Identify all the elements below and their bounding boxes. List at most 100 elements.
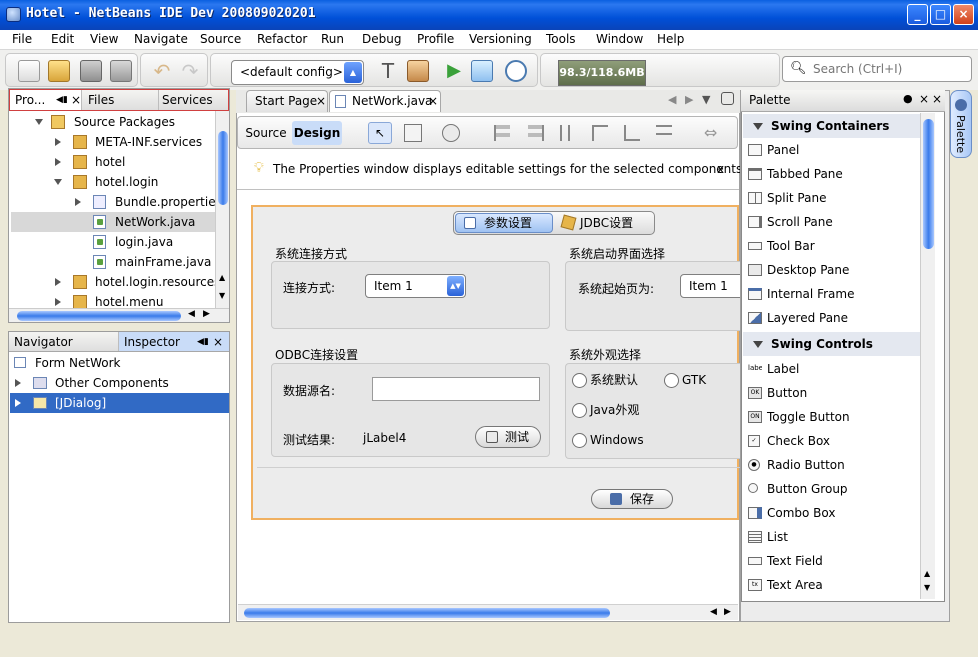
tab-services[interactable]: Services [157,90,229,110]
datasource-input[interactable] [372,377,540,401]
selection-mode-icon[interactable]: ↖ [368,122,392,144]
tab-scroll-left-icon[interactable]: ◀ [668,93,676,106]
tab-jdbc-settings[interactable]: JDBC设置 [556,213,652,233]
menu-help[interactable]: Help [657,32,684,46]
scrollbar-thumb[interactable] [17,311,181,321]
tab-scroll-right-icon[interactable]: ▶ [685,93,693,106]
scroll-down-icon[interactable]: ▼ [219,291,225,300]
palette-item-panel[interactable]: Panel [745,138,921,162]
projects-horizontal-scrollbar[interactable]: ◀ ▶ [9,308,229,322]
palette-item-list[interactable]: List [745,525,921,549]
scrollbar-thumb[interactable] [244,608,610,618]
palette-section-swing-containers[interactable]: Swing Containers [743,114,921,138]
tree-item-network-java[interactable]: NetWork.java [11,212,217,232]
expand-icon[interactable] [55,298,61,306]
info-close-button[interactable]: x [717,162,724,176]
tree-item-hotel-login-resources[interactable]: hotel.login.resources [49,272,220,292]
open-project-icon[interactable] [80,60,102,82]
menu-refactor[interactable]: Refactor [257,32,307,46]
radio-gtk[interactable]: GTK [664,372,706,388]
config-combo[interactable]: <default config> ▲ [231,60,364,85]
preview-design-icon[interactable] [442,124,460,142]
tab-close-icon[interactable]: × [316,91,326,112]
palette-item-button-group[interactable]: Button Group [745,477,921,501]
scroll-up-icon[interactable]: ▲ [219,273,225,282]
debug-icon[interactable] [471,60,493,82]
palette-item-button[interactable]: OK Button [745,381,921,405]
expand-icon[interactable] [55,158,61,166]
tab-list-icon[interactable]: ▼ [702,93,710,106]
tree-item-source-packages[interactable]: Source Packages [29,112,219,132]
scrollbar-thumb[interactable] [218,131,228,205]
new-file-icon[interactable] [18,60,40,82]
tab-network-java[interactable]: NetWork.java × [329,90,441,112]
tree-item-jdialog[interactable]: [JDialog] [10,393,229,413]
menu-source[interactable]: Source [200,32,241,46]
palette-item-tool-bar[interactable]: Tool Bar [745,234,921,258]
palette-item-label[interactable]: label Label [745,357,921,381]
tab-close-icon[interactable]: × [428,91,438,112]
build-hammer-icon[interactable]: T [377,60,399,82]
tree-item-hotel-menu[interactable]: hotel.menu [49,292,217,308]
config-dropdown-icon[interactable]: ▲ [344,62,362,83]
palette-item-text-field[interactable]: Text Field [745,549,921,573]
scroll-down-icon[interactable]: ▼ [924,583,930,592]
palette-more-icon[interactable]: × [932,92,942,106]
scroll-right-icon[interactable]: ▶ [724,607,731,617]
menu-file[interactable]: File [12,32,32,46]
scroll-left-icon[interactable]: ◀ [188,309,195,319]
menu-edit[interactable]: Edit [51,32,74,46]
palette-item-toggle-button[interactable]: ON Toggle Button [745,405,921,429]
expand-icon[interactable] [55,278,61,286]
tree-item-login-java[interactable]: login.java [93,232,213,252]
undo-icon[interactable]: ↶ [151,60,173,82]
align-top-icon[interactable] [592,125,608,141]
tab-minimize-icon[interactable]: ◀▮ [197,332,209,352]
palette-item-layered-pane[interactable]: Layered Pane [745,306,921,330]
palette-pin-icon[interactable]: ● [903,92,913,105]
menu-view[interactable]: View [90,32,118,46]
menu-profile[interactable]: Profile [417,32,454,46]
tab-close-icon[interactable]: × [213,332,223,352]
expand-icon[interactable] [15,379,21,387]
quick-search[interactable]: 🔍︎ [782,56,972,82]
tab-close-icon[interactable]: × [71,90,81,110]
radio-windows[interactable]: Windows [572,432,644,448]
tree-item-hotel-login[interactable]: hotel.login [49,172,229,192]
tree-item-mainframe-java[interactable]: mainFrame.java [93,252,217,272]
redo-icon[interactable]: ↷ [179,60,201,82]
scroll-right-icon[interactable]: ▶ [203,309,210,319]
palette-item-split-pane[interactable]: Split Pane [745,186,921,210]
save-all-icon[interactable] [110,60,132,82]
menu-run[interactable]: Run [321,32,344,46]
palette-item-check-box[interactable]: ✓ Check Box [745,429,921,453]
menu-debug[interactable]: Debug [362,32,401,46]
center-vertically-icon[interactable] [656,125,672,141]
align-left-icon[interactable] [494,125,510,141]
change-resizability-icon[interactable]: ⇔ [704,123,717,142]
expand-icon[interactable] [75,198,81,206]
tab-files[interactable]: Files [83,90,159,110]
palette-section-swing-controls[interactable]: Swing Controls [743,332,921,356]
dropdown-icon[interactable]: ▲▼ [447,276,464,296]
projects-vertical-scrollbar[interactable]: ▲ ▼ [215,111,229,308]
tree-item-meta-inf[interactable]: META-INF.services [49,132,229,152]
search-input[interactable] [813,60,963,78]
radio-system-default[interactable]: 系统默认 [572,372,638,388]
palette-item-radio-button[interactable]: ● Radio Button [745,453,921,477]
palette-item-scroll-pane[interactable]: Scroll Pane [745,210,921,234]
tree-item-hotel[interactable]: hotel [49,152,229,172]
tab-start-page[interactable]: Start Page × [246,90,328,112]
maximize-editor-icon[interactable] [721,92,734,105]
menu-navigate[interactable]: Navigate [134,32,188,46]
menu-tools[interactable]: Tools [546,32,576,46]
profile-icon[interactable] [505,60,527,82]
tab-navigator[interactable]: Navigator [9,332,119,351]
design-view-button[interactable]: Design [292,121,342,145]
source-view-button[interactable]: Source [242,121,290,145]
jdialog-design-frame[interactable]: 参数设置 JDBC设置 系统连接方式 连接方式: Item 1 ▲▼ 系统启动界… [251,205,750,520]
connection-mode-icon[interactable] [404,124,422,142]
align-right-icon[interactable] [528,125,544,141]
search-icon[interactable]: 🔍︎ [790,61,807,76]
palette-item-tabbed-pane[interactable]: Tabbed Pane [745,162,921,186]
